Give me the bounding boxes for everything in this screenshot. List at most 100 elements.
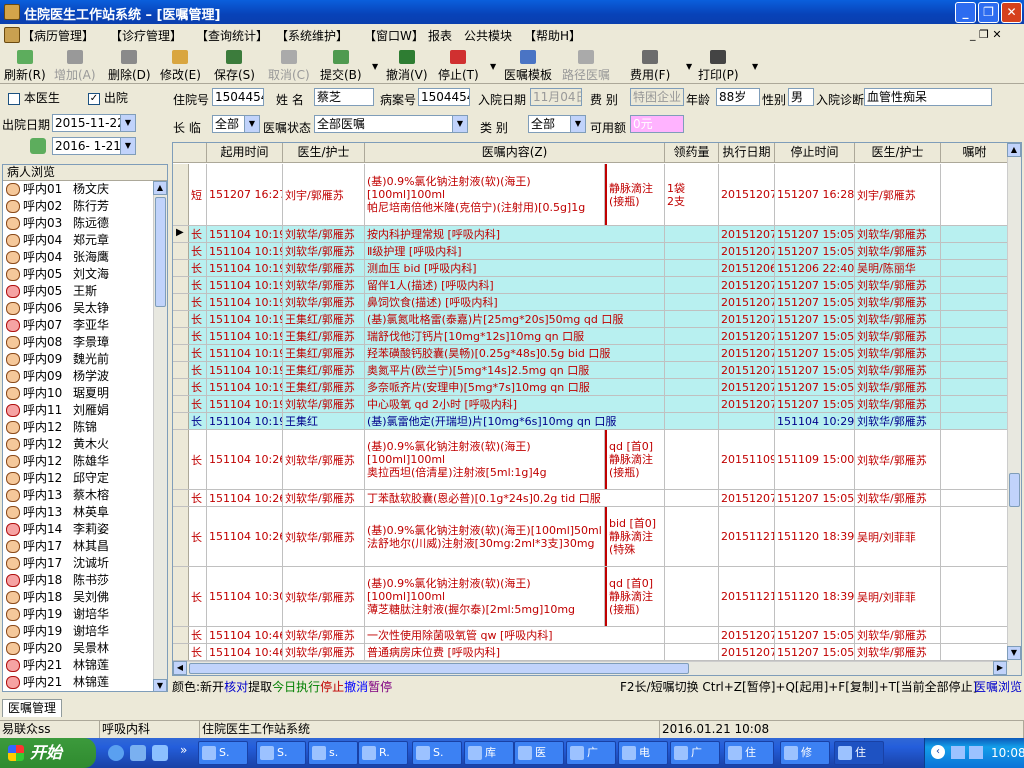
minimize-button[interactable]: _ <box>955 2 976 23</box>
desktop-icon[interactable] <box>152 745 168 761</box>
fee-dropdown-icon[interactable]: ▼ <box>686 62 692 71</box>
fee-type-field[interactable]: 特困企业 <box>630 88 684 106</box>
column-header[interactable]: 停止时间 <box>775 143 855 163</box>
patient-list-item[interactable]: 呼内18 吴刘佛 <box>3 589 167 606</box>
taskbar-app-button[interactable]: 住 <box>834 741 884 765</box>
close-button[interactable]: ✕ <box>1001 2 1022 23</box>
row-selector[interactable] <box>173 507 189 566</box>
order-row[interactable]: 长 151104 10:19 刘软华/郭雁苏 中心吸氧 qd 2小时 [呼吸内科] 20… <box>173 396 1009 413</box>
taskbar-app-button[interactable]: 库 <box>464 741 514 765</box>
taskbar-app-button[interactable]: s. <box>308 741 358 765</box>
row-selector[interactable] <box>173 277 189 293</box>
row-selector[interactable] <box>173 328 189 344</box>
quicklaunch-icon[interactable] <box>130 745 146 761</box>
age-field[interactable]: 88岁 <box>716 88 760 106</box>
restore-button[interactable]: ❐ <box>978 2 999 23</box>
patient-list-item[interactable]: 呼内05 刘文海 <box>3 266 167 283</box>
name-field[interactable]: 蔡芝 <box>314 88 374 106</box>
cancel-button[interactable]: 取消(C) <box>268 50 310 82</box>
patient-list[interactable]: 病人浏览 呼内01 杨文庆 呼内02 陈行芳 呼内03 陈远德 呼内04 郑元章 呼内04 张海鹰… <box>2 164 168 692</box>
patient-list-item[interactable]: 呼内09 魏光前 <box>3 351 167 368</box>
scroll-left-icon[interactable]: ◀ <box>173 661 187 675</box>
patient-list-item[interactable]: 呼内18 陈书莎 <box>3 572 167 589</box>
template-button[interactable]: 医嘱模板 <box>504 50 552 82</box>
category-select[interactable]: 全部 ▼ <box>528 115 586 133</box>
menu-item-2[interactable]: 【查询统计】 <box>196 27 268 44</box>
stop-dropdown-icon[interactable]: ▼ <box>490 62 496 71</box>
patient-list-item[interactable]: 呼内13 林英阜 <box>3 504 167 521</box>
patient-list-item[interactable]: 呼内02 陈行芳 <box>3 198 167 215</box>
orders-grid[interactable]: 起用时间 医生/护士 医嘱内容(Z) 领药量 执行日期 停止时间 医生/护士 嘱咐 短 1512… <box>172 142 1022 676</box>
patient-list-item[interactable]: 呼内21 林锦莲 <box>3 674 167 691</box>
patient-list-item[interactable]: 呼内20 吴景林 <box>3 640 167 657</box>
row-selector[interactable] <box>173 260 189 276</box>
order-row[interactable]: 长 151104 10:19 刘软华/郭雁苏 鼻饲饮食(描述) [呼吸内科] 20151… <box>173 294 1009 311</box>
my-doctor-checkbox[interactable]: 本医生 <box>8 89 60 106</box>
order-row[interactable]: 长 151104 10:26 刘软华/郭雁苏 (基)0.9%氯化钠注射液(软)(海王)… <box>173 507 1009 567</box>
row-selector[interactable] <box>173 226 189 242</box>
menu-item-5[interactable]: 报表 <box>428 27 452 44</box>
order-row[interactable]: 长 151104 10:30 刘软华/郭雁苏 (基)0.9%氯化钠注射液(软)(海王)… <box>173 567 1009 627</box>
scroll-thumb[interactable] <box>1009 473 1020 507</box>
order-row[interactable]: 长 151104 10:19 刘软华/郭雁苏 测血压 bid [呼吸内科] 201512… <box>173 260 1009 277</box>
column-header[interactable]: 嘱咐 <box>941 143 1009 163</box>
taskbar-app-button[interactable]: S. <box>198 741 248 765</box>
network-icon[interactable] <box>951 746 965 759</box>
taskbar-app-button[interactable]: S. <box>256 741 306 765</box>
patient-list-item[interactable]: 呼内06 吴太铮 <box>3 300 167 317</box>
date-to-picker[interactable]: 2016- 1-21 ▼ <box>52 137 136 155</box>
row-selector[interactable] <box>173 627 189 643</box>
order-row[interactable]: 长151104 10:19刘软华/郭雁苏按内科护理常规 [呼吸内科]201512… <box>173 226 1009 243</box>
patient-list-item[interactable]: 呼内11 刘雁娟 <box>3 402 167 419</box>
row-selector[interactable] <box>173 164 189 225</box>
patient-list-item[interactable]: 呼内01 杨文庆 <box>3 181 167 198</box>
grid-vertical-scrollbar[interactable]: ▲ ▼ <box>1007 143 1021 675</box>
order-row[interactable]: 长 151104 10:19 王集红/郭雁苏 (基)氯氮吡格雷(泰嘉)片[25mg*2… <box>173 311 1009 328</box>
menu-item-6[interactable]: 公共模块 <box>464 27 512 44</box>
long-short-select[interactable]: 全部 ▼ <box>212 115 260 133</box>
row-selector[interactable] <box>173 644 189 660</box>
scroll-down-icon[interactable]: ▼ <box>153 679 167 691</box>
column-header[interactable]: 医生/护士 <box>283 143 365 163</box>
tray-expand-icon[interactable]: ‹ <box>931 745 945 759</box>
order-row[interactable]: 长 151104 10:19 刘软华/郭雁苏 留伴1人(描述) [呼吸内科] 20151… <box>173 277 1009 294</box>
taskbar-app-button[interactable]: 住 <box>724 741 774 765</box>
balance-field[interactable]: 0元 <box>630 115 684 133</box>
refresh-date-icon[interactable] <box>30 138 46 154</box>
scroll-up-icon[interactable]: ▲ <box>1007 143 1021 157</box>
row-selector[interactable] <box>173 243 189 259</box>
scroll-down-icon[interactable]: ▼ <box>1007 646 1021 660</box>
row-selector[interactable] <box>173 490 189 506</box>
patient-list-item[interactable]: 呼内17 林其昌 <box>3 538 167 555</box>
fee-button[interactable]: 费用(F) <box>630 50 670 82</box>
row-selector[interactable] <box>173 345 189 361</box>
row-selector[interactable] <box>173 379 189 395</box>
tab-order-management[interactable]: 医嘱管理 <box>2 699 62 717</box>
order-row[interactable]: 长 151104 10:19 王集红/郭雁苏 多奈哌齐片(安理申)[5mg*7s]10… <box>173 379 1009 396</box>
patient-list-item[interactable]: 呼内12 黄木火 <box>3 436 167 453</box>
date-from-picker[interactable]: 2015-11-22 ▼ <box>52 114 136 132</box>
refresh-button[interactable]: 刷新(R) <box>4 50 46 82</box>
order-row[interactable]: 长 151104 10:19 王集红 (基)氯雷他定(开瑞坦)片[10mg*6s]10… <box>173 413 1009 430</box>
row-selector[interactable] <box>173 396 189 412</box>
pathway-button[interactable]: 路径医嘱 <box>562 50 610 82</box>
stop-button[interactable]: 停止(T) <box>438 50 479 82</box>
order-row[interactable]: 长 151104 10:19 刘软华/郭雁苏 Ⅱ级护理 [呼吸内科] 20151207 1… <box>173 243 1009 260</box>
patient-list-item[interactable]: 呼内04 张海鹰 <box>3 249 167 266</box>
network-icon-2[interactable] <box>969 746 983 759</box>
print-button[interactable]: 打印(P) <box>698 50 739 82</box>
patient-list-item[interactable]: 呼内17 沈诚圻 <box>3 555 167 572</box>
row-selector[interactable] <box>173 294 189 310</box>
row-selector[interactable] <box>173 430 189 489</box>
row-selector[interactable] <box>173 362 189 378</box>
order-row[interactable]: 长 151104 10:19 王集红/郭雁苏 瑞舒伐他汀钙片[10mg*12s]10m… <box>173 328 1009 345</box>
order-status-select[interactable]: 全部医嘱 ▼ <box>314 115 468 133</box>
diagnosis-field[interactable]: 血管性痴呆 <box>864 88 992 106</box>
undo-dropdown-icon[interactable]: ▼ <box>372 62 378 71</box>
taskbar-app-button[interactable]: 修 <box>780 741 830 765</box>
ie-icon[interactable] <box>108 745 124 761</box>
hscroll-thumb[interactable] <box>189 663 689 674</box>
patient-list-item[interactable]: 呼内19 谢培华 <box>3 606 167 623</box>
taskbar-app-button[interactable]: 广 <box>670 741 720 765</box>
column-header[interactable]: 医生/护士 <box>855 143 941 163</box>
